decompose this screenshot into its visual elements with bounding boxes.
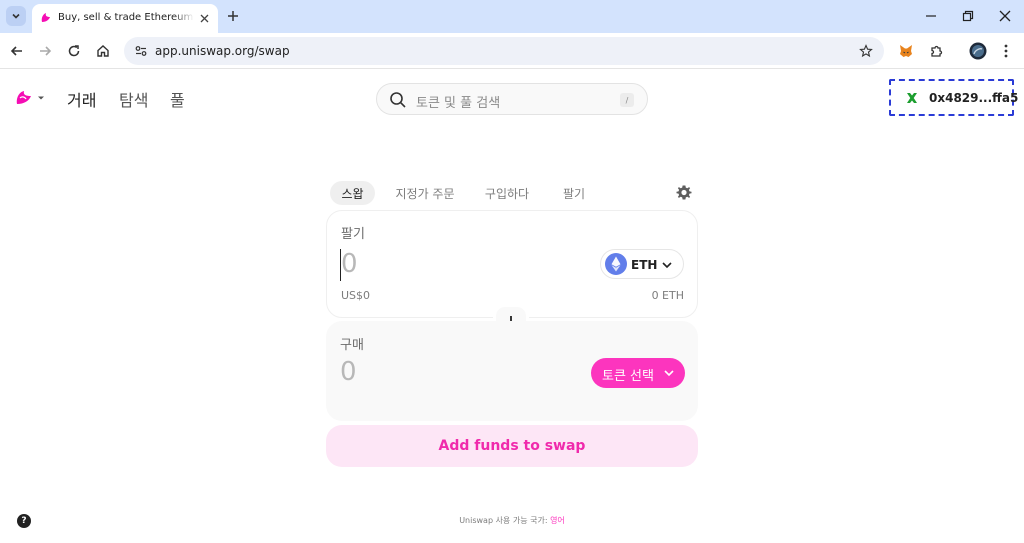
profile-avatar-icon	[969, 42, 987, 60]
new-tab-button[interactable]	[224, 7, 242, 25]
tab-close-icon[interactable]	[197, 11, 212, 26]
sell-amount-input[interactable]: 0	[341, 249, 358, 279]
forward-button[interactable]	[35, 41, 55, 61]
sell-token-symbol: ETH	[631, 258, 658, 272]
restore-icon	[962, 10, 974, 22]
site-info-icon[interactable]	[133, 43, 149, 59]
tab-title: Buy, sell & trade Ethereum and	[58, 12, 194, 23]
caret-down-icon	[38, 96, 44, 100]
metamask-extension-button[interactable]	[896, 41, 916, 61]
tab-sell[interactable]: 팔기	[558, 181, 590, 205]
browser-toolbar: app.uniswap.org/swap	[0, 33, 1024, 69]
puzzle-piece-icon	[930, 45, 942, 57]
close-window-button[interactable]	[994, 6, 1016, 26]
uniswap-favicon-icon	[41, 13, 50, 22]
add-funds-button[interactable]: Add funds to swap	[326, 425, 698, 467]
arrow-left-icon	[10, 46, 22, 56]
select-token-label: 토큰 선택	[602, 369, 654, 384]
close-icon	[999, 10, 1011, 22]
select-token-button[interactable]: 토큰 선택	[591, 358, 685, 388]
address-bar[interactable]: app.uniswap.org/swap	[124, 37, 884, 65]
buy-label: 구매	[340, 338, 364, 353]
uniswap-logo-button[interactable]	[14, 87, 46, 109]
more-vertical-icon	[1004, 44, 1008, 58]
buy-amount-input[interactable]: 0	[340, 357, 357, 387]
sell-token-balance: 0 ETH	[651, 289, 684, 302]
chevron-down-icon	[12, 13, 20, 19]
metamask-fox-icon	[900, 45, 912, 57]
swap-mode-tabs: 스왑 지정가 주문 구입하다 팔기	[330, 181, 700, 205]
minimize-icon	[926, 15, 936, 17]
reload-button[interactable]	[64, 41, 84, 61]
buy-panel: 구매 0 토큰 선택	[326, 321, 698, 421]
token-search-input[interactable]: 토큰 및 풀 검색 /	[376, 83, 648, 115]
nav-pool[interactable]: 풀	[170, 87, 185, 111]
search-icon	[390, 92, 406, 108]
browser-tab-active[interactable]: Buy, sell & trade Ethereum and	[32, 4, 218, 33]
minimize-button[interactable]	[920, 6, 942, 26]
extensions-button[interactable]	[926, 41, 946, 61]
reload-icon	[68, 45, 80, 57]
search-placeholder: 토큰 및 풀 검색	[416, 96, 501, 111]
plus-icon	[228, 11, 238, 21]
add-funds-label: Add funds to swap	[438, 438, 586, 454]
chevron-down-icon	[664, 370, 674, 377]
home-icon	[97, 45, 109, 57]
ethereum-icon	[605, 253, 627, 275]
tab-buy[interactable]: 구입하다	[482, 181, 532, 205]
tab-limit-order[interactable]: 지정가 주문	[392, 181, 458, 205]
sell-usd-value: US$0	[341, 289, 371, 302]
wallet-account-button[interactable]: 0x4829...ffa5	[889, 79, 1018, 116]
back-button[interactable]	[7, 41, 27, 61]
app-header: 거래 탐색 풀 토큰 및 풀 검색 / 0x4829...ffa5	[0, 70, 1024, 126]
url-text[interactable]: app.uniswap.org/swap	[155, 44, 290, 58]
restore-button[interactable]	[957, 6, 979, 26]
tab-swap[interactable]: 스왑	[330, 181, 375, 205]
tab-search-button[interactable]	[6, 6, 26, 26]
footer-language-link[interactable]: 영어	[550, 516, 565, 525]
footer: Uniswap 사용 가능 국가: 영어	[0, 515, 1024, 526]
sell-panel: 팔기 0 ETH US$0 0 ETH	[326, 210, 698, 318]
sell-token-selector[interactable]: ETH	[600, 249, 684, 279]
uniswap-unicorn-icon	[16, 91, 31, 104]
arrow-right-icon	[40, 46, 52, 56]
wallet-avatar-icon	[905, 91, 919, 105]
gear-icon[interactable]	[675, 184, 693, 202]
sell-label: 팔기	[341, 227, 365, 242]
wallet-address: 0x4829...ffa5	[929, 91, 1019, 105]
chevron-down-icon	[662, 262, 672, 269]
bookmark-star-icon[interactable]	[858, 43, 874, 59]
browser-menu-button[interactable]	[996, 41, 1016, 61]
nav-trade[interactable]: 거래	[67, 87, 96, 111]
footer-text: Uniswap 사용 가능 국가:	[459, 516, 548, 525]
browser-tab-bar: Buy, sell & trade Ethereum and	[0, 0, 1024, 33]
home-button[interactable]	[93, 41, 113, 61]
profile-avatar-button[interactable]	[968, 41, 988, 61]
nav-explore[interactable]: 탐색	[119, 87, 148, 111]
search-shortcut-badge: /	[620, 93, 634, 107]
